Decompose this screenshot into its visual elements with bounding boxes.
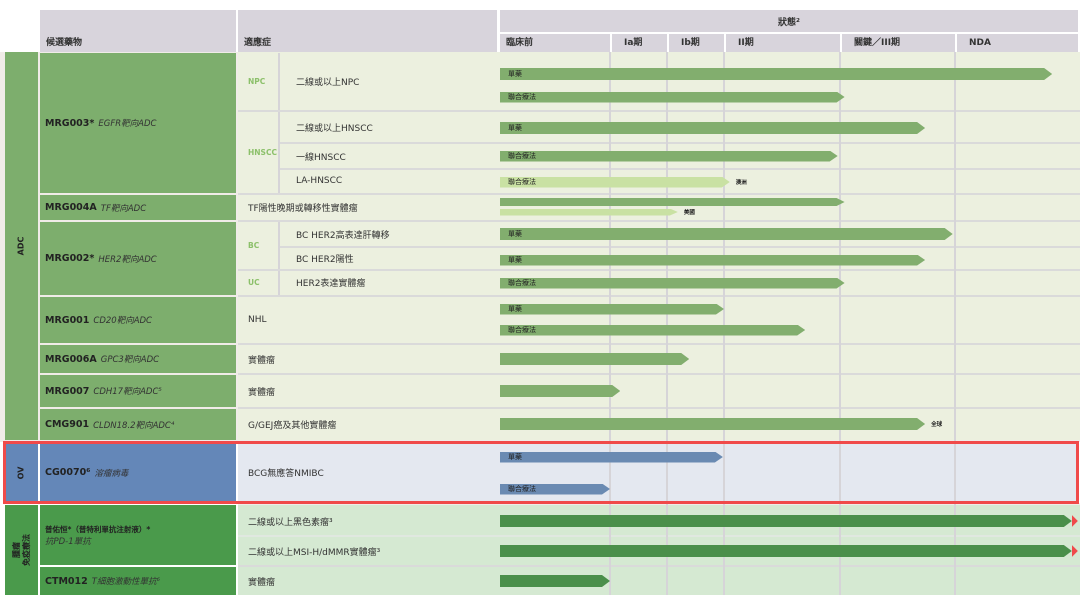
indication-label: 二線或以上NPC [296, 78, 360, 88]
group-divider [278, 222, 280, 295]
indication-label: 實體瘤 [248, 387, 276, 398]
indication-label: G/GEJ癌及其他實體瘤 [248, 421, 337, 431]
header-phase-4: 關鍵／III期 [842, 34, 955, 52]
progress-bar [500, 353, 689, 365]
indication-label: BC HER2高表達肝轉移 [296, 231, 390, 241]
category-0: ADC [5, 52, 38, 440]
progress-bar [500, 385, 620, 397]
drug-cell: MRG007 CDH17靶向ADC⁵ [40, 375, 236, 407]
progress-bar [500, 545, 1072, 557]
phase-gridline [954, 52, 956, 595]
drug-name: CMG901 [45, 419, 90, 430]
header-phase-3: II期 [726, 34, 840, 52]
progress-bar: 單藥 [500, 68, 1052, 80]
region-tag: 美國 [683, 210, 695, 216]
drug-cell: CMG901 CLDN18.2靶向ADC⁴ [40, 409, 236, 440]
drug-name: MRG003* [45, 117, 95, 129]
group-label: HNSCC [248, 148, 277, 157]
progress-bar [500, 198, 845, 206]
drug-target: EGFR靶向ADC [98, 119, 157, 129]
progress-bar: 單藥 [500, 228, 953, 240]
indication-label: TF陽性晚期或轉移性實體瘤 [248, 204, 358, 214]
drug-target: HER2靶向ADC [98, 254, 157, 265]
drug-target: CLDN18.2靶向ADC⁴ [93, 420, 175, 431]
indication-label: NHL [248, 315, 267, 325]
progress-bar: 聯合療法 [500, 325, 805, 336]
region-tag: 全球 [931, 422, 943, 428]
drug-target: CD20靶向ADC [93, 316, 152, 326]
drug-target: 抗PD-1單抗 [45, 536, 91, 547]
header-phase-5: NDA [957, 34, 1078, 52]
drug-target: GPC3靶向ADC [100, 355, 160, 365]
drug-name: MRG007 [45, 385, 90, 397]
drug-name: MRG001 [45, 314, 90, 326]
group-divider [278, 53, 280, 193]
progress-bar: 聯合療法 [500, 278, 845, 289]
drug-target: T細胞激動性單抗⁶ [91, 577, 160, 587]
indication-label: 二線或以上HNSCC [296, 124, 373, 134]
indication-label: 二線或以上MSI-H/dMMR實體瘤³ [248, 547, 381, 558]
drug-cell: MRG002* HER2靶向ADC [40, 222, 236, 295]
group-label: NPC [248, 77, 266, 86]
progress-bar: 聯合療法 [500, 177, 730, 188]
progress-bar: 聯合療法 [500, 151, 838, 162]
indication-label: 實體瘤 [248, 355, 276, 366]
progress-bar [500, 418, 925, 430]
category-label: ADC [16, 236, 26, 256]
header-candidate: 候選藥物 [40, 10, 236, 52]
progress-bar: 單藥 [500, 255, 925, 266]
sub-row-divider [280, 142, 1080, 144]
indication-label: 二線或以上黑色素瘤³ [248, 517, 333, 528]
drug-cell: CTM012 T細胞激動性單抗⁶ [40, 567, 236, 595]
highlight-box [3, 441, 1079, 504]
progress-bar [500, 515, 1072, 527]
drug-cell: MRG004A TF靶向ADC [40, 195, 236, 220]
sub-row-divider [280, 168, 1080, 170]
progress-bar: 單藥 [500, 122, 925, 134]
group-label: BC [248, 241, 260, 250]
indication-label: LA-HNSCC [296, 176, 343, 186]
progress-bar: 聯合療法 [500, 92, 845, 103]
drug-target: TF靶向ADC [100, 203, 147, 214]
header-status: 狀態² [500, 10, 1078, 32]
drug-name: MRG002* [45, 253, 95, 264]
drug-name: CTM012 [45, 575, 88, 587]
progress-bar [500, 575, 610, 587]
drug-cell: MRG003* EGFR靶向ADC [40, 53, 236, 193]
group-label: UC [248, 277, 260, 287]
indication-label: BC HER2陽性 [296, 254, 354, 265]
indication-label: 一線HNSCC [296, 152, 346, 163]
drug-name: MRG004A [45, 202, 97, 213]
header-phase-1: Ia期 [612, 34, 667, 52]
header-indication: 適應症 [238, 10, 497, 52]
region-tag: 澳洲 [735, 180, 747, 186]
drug-target: CDH17靶向ADC⁵ [93, 387, 162, 397]
drug-cell: MRG006A GPC3靶向ADC [40, 345, 236, 373]
drug-cell: 普佑恒*（普特利單抗注射液）* 抗PD-1單抗 [40, 505, 236, 565]
drug-name: 普佑恒*（普特利單抗注射液）* [45, 524, 151, 534]
indication-label: 實體瘤 [248, 577, 276, 588]
category-2: 腫瘤 免疫療法 [5, 505, 38, 595]
category-label: 腫瘤 免疫療法 [11, 534, 31, 566]
sub-row-divider [280, 246, 1080, 248]
drug-name: MRG006A [45, 353, 97, 365]
header-phase-0: 臨床前 [500, 34, 610, 52]
pipeline-diagram: 候選藥物 適應症 狀態² 臨床前 Ia期 Ib期 II期 關鍵／III期 NDA ADC OV 腫瘤 … [0, 0, 1080, 595]
drug-cell: MRG001 CD20靶向ADC [40, 297, 236, 343]
progress-bar: 單藥 [500, 304, 724, 315]
progress-bar [500, 209, 678, 216]
header-phase-2: Ib期 [669, 34, 724, 52]
indication-label: HER2表達實體瘤 [296, 278, 366, 289]
